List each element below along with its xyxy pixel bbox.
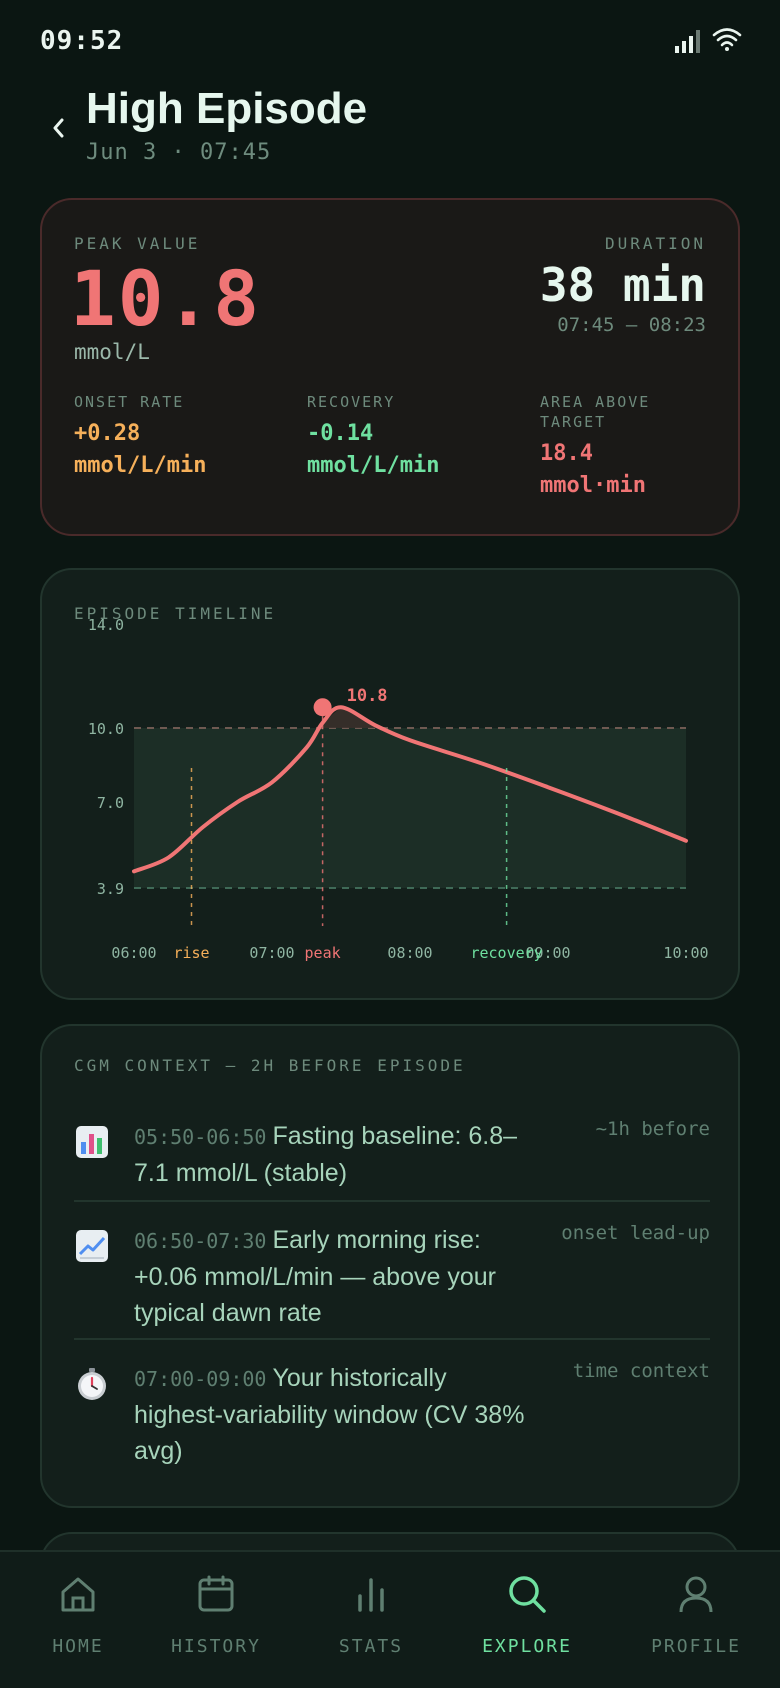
metric-unit: mmol·min bbox=[540, 473, 646, 498]
metric-value: 18.4 mmol·min bbox=[540, 438, 710, 502]
duration-value: 38 min bbox=[539, 258, 706, 312]
y-tick-label: 14.0 bbox=[88, 616, 124, 634]
peak-data-label: 10.8 bbox=[347, 686, 388, 706]
person-icon bbox=[679, 1576, 713, 1613]
metric-onset-rate: ONSET RATE +0.28 mmol/L/min bbox=[74, 392, 274, 482]
metric-number: -0.14 bbox=[307, 421, 374, 446]
metric-value: +0.28 mmol/L/min bbox=[74, 418, 274, 482]
x-tick-label: 10:00 bbox=[663, 944, 708, 962]
metric-area-above-target: AREA ABOVE TARGET 18.4 mmol·min bbox=[540, 392, 710, 502]
page-subtitle: Jun 3 · 07:45 bbox=[86, 140, 272, 165]
episode-timeline-card: EPISODE TIMELINE 14.0 10.0 7.0 3.9 10.8 06:00… bbox=[40, 568, 740, 1000]
divider bbox=[74, 1200, 710, 1202]
metric-value: -0.14 mmol/L/min bbox=[307, 418, 507, 482]
tab-explore[interactable]: EXPLORE bbox=[449, 1552, 605, 1688]
tab-label: HISTORY bbox=[171, 1636, 261, 1657]
back-button[interactable] bbox=[40, 108, 76, 148]
episode-summary-card: PEAK VALUE 10.8 mmol/L DURATION 38 min 0… bbox=[40, 198, 740, 536]
x-tick-label: 06:00 bbox=[111, 944, 156, 962]
context-item-tag: ~1h before bbox=[595, 1118, 710, 1140]
context-item-tag: onset lead-up bbox=[561, 1222, 710, 1244]
duration-range: 07:45 – 08:23 bbox=[557, 314, 706, 336]
tab-bar: HOME HISTORY STATS EXPLORE PROFILE bbox=[0, 1550, 780, 1688]
trend-up-icon bbox=[76, 1230, 108, 1262]
stats-icon bbox=[358, 1578, 384, 1612]
duration-label: DURATION bbox=[604, 234, 706, 253]
tab-label: PROFILE bbox=[651, 1636, 741, 1657]
marker-rise-label: rise bbox=[173, 944, 209, 962]
status-time: 09:52 bbox=[40, 26, 124, 56]
peak-value-label: PEAK VALUE bbox=[74, 234, 201, 253]
status-bar: 09:52 bbox=[0, 0, 780, 80]
tab-stats[interactable]: STATS bbox=[293, 1552, 449, 1688]
chevron-left-icon bbox=[53, 118, 64, 138]
metric-number: 18.4 bbox=[540, 441, 593, 466]
context-title: CGM CONTEXT — 2H BEFORE EPISODE bbox=[74, 1056, 466, 1075]
marker-recovery-label: recovery bbox=[470, 944, 542, 962]
peak-unit: mmol/L bbox=[74, 340, 150, 364]
metric-recovery: RECOVERY -0.14 mmol/L/min bbox=[307, 392, 507, 482]
tab-history[interactable]: HISTORY bbox=[138, 1552, 294, 1688]
divider bbox=[74, 1338, 710, 1340]
tab-home[interactable]: HOME bbox=[0, 1552, 156, 1688]
search-icon bbox=[509, 1576, 546, 1613]
wifi-icon bbox=[712, 28, 742, 51]
stopwatch-icon bbox=[78, 1368, 106, 1400]
home-icon bbox=[61, 1577, 95, 1612]
marker-peak-label: peak bbox=[305, 944, 341, 962]
context-item[interactable]: 06:50-07:30 Early morning rise: +0.06 mmo… bbox=[74, 1222, 710, 1342]
bar-chart-icon bbox=[76, 1126, 108, 1158]
y-tick-label: 3.9 bbox=[97, 880, 124, 898]
tab-label: EXPLORE bbox=[482, 1636, 572, 1657]
metric-label: AREA ABOVE TARGET bbox=[540, 393, 651, 431]
metric-unit: mmol/L/min bbox=[74, 453, 207, 478]
metric-label: RECOVERY bbox=[307, 393, 396, 411]
context-item-tag: time context bbox=[572, 1360, 710, 1382]
x-tick-label: 07:00 bbox=[249, 944, 294, 962]
context-item-time: 06:50-07:30 bbox=[134, 1229, 267, 1253]
page-title: High Episode bbox=[86, 84, 368, 133]
context-item-time: 07:00-09:00 bbox=[134, 1367, 267, 1391]
context-item-text: 06:50-07:30 Early morning rise: +0.06 mmo… bbox=[134, 1222, 534, 1331]
peak-value: 10.8 bbox=[70, 254, 262, 343]
context-item-text: 05:50-06:50 Fasting baseline: 6.8–7.1 mmo… bbox=[134, 1118, 534, 1191]
metric-number: +0.28 bbox=[74, 421, 141, 446]
tab-label: STATS bbox=[338, 1636, 404, 1657]
tab-profile[interactable]: PROFILE bbox=[618, 1552, 774, 1688]
calendar-icon bbox=[198, 1575, 234, 1612]
context-item[interactable]: 05:50-06:50 Fasting baseline: 6.8–7.1 mmo… bbox=[74, 1118, 710, 1208]
cgm-context-card: CGM CONTEXT — 2H BEFORE EPISODE 05:50-06… bbox=[40, 1024, 740, 1508]
y-tick-label: 10.0 bbox=[88, 720, 124, 738]
context-item[interactable]: 07:00-09:00 Your historically highest-var… bbox=[74, 1360, 710, 1480]
x-tick-label: 08:00 bbox=[387, 944, 432, 962]
peak-point bbox=[313, 698, 332, 717]
y-tick-label: 7.0 bbox=[97, 794, 124, 812]
episode-timeline-chart: 14.010.07.03.910.806:00 07:00 08:00 09:00 10… bbox=[88, 616, 709, 962]
signal-icon bbox=[675, 30, 700, 53]
metric-label: ONSET RATE bbox=[74, 393, 185, 411]
metric-unit: mmol/L/min bbox=[307, 453, 440, 478]
tab-label: HOME bbox=[52, 1636, 104, 1657]
context-item-time: 05:50-06:50 bbox=[134, 1125, 267, 1149]
context-item-text: 07:00-09:00 Your historically highest-var… bbox=[134, 1360, 534, 1469]
